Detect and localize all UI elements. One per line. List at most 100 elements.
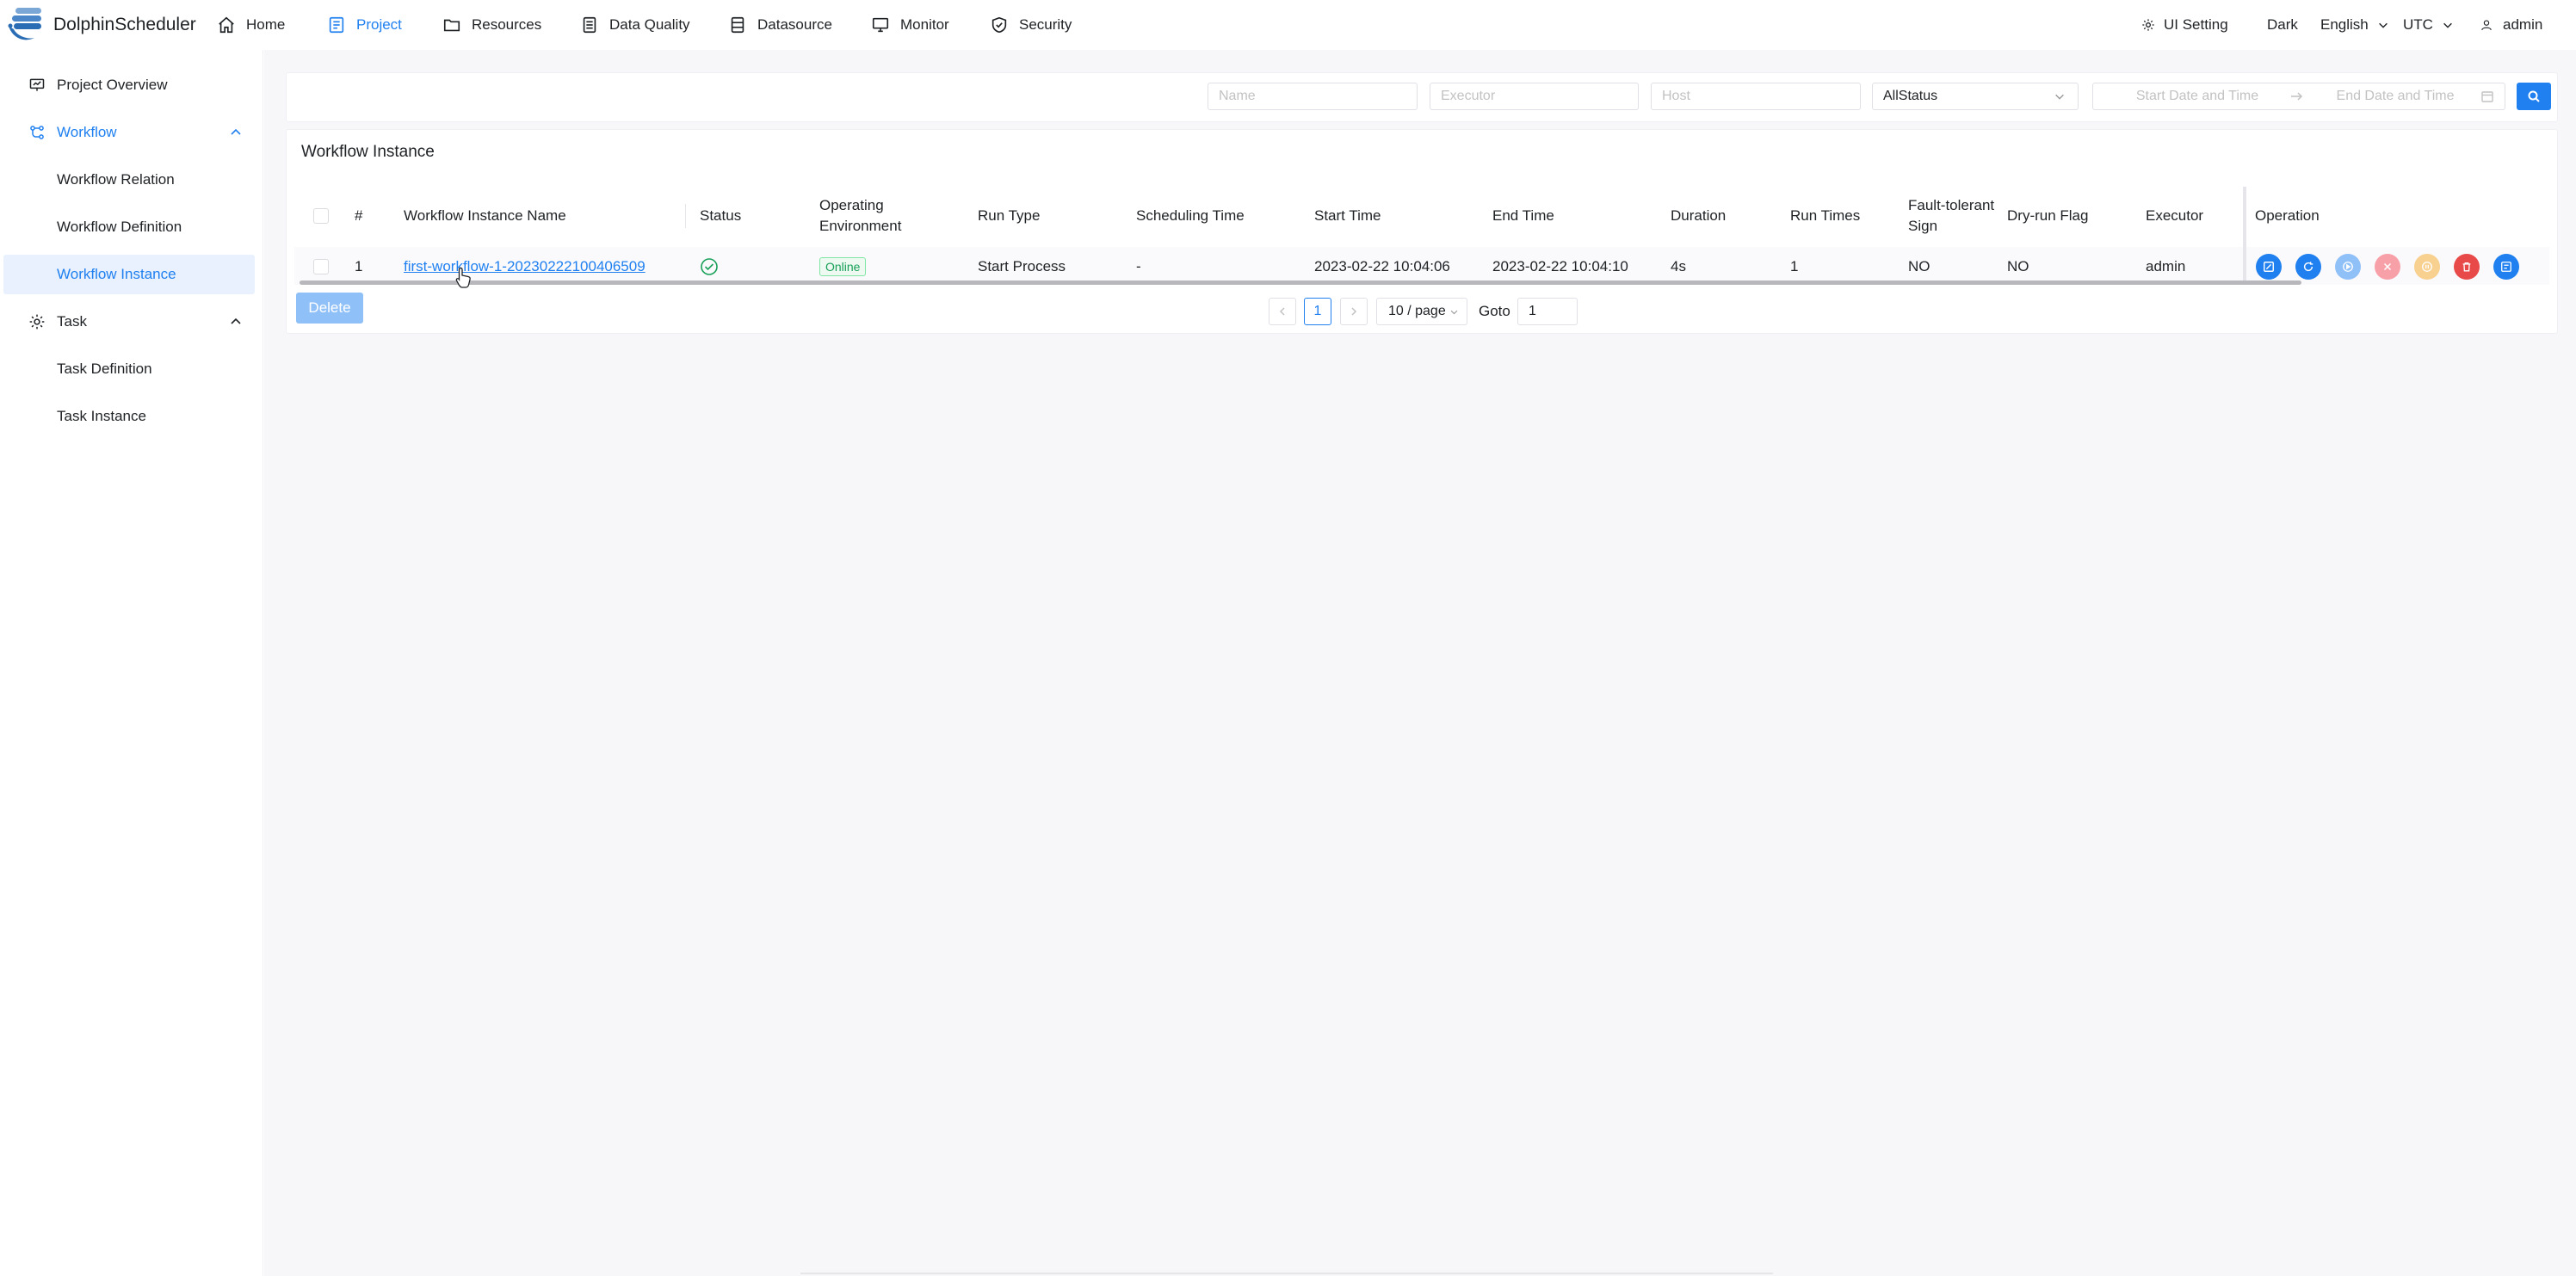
- gantt-chart-icon: [2501, 262, 2511, 272]
- delete-button[interactable]: Delete: [296, 293, 363, 324]
- table-horizontal-scrollbar[interactable]: [300, 280, 2301, 285]
- row-checkbox[interactable]: [313, 259, 329, 274]
- cell-end-time: 2023-02-22 10:04:10: [1492, 258, 1628, 274]
- col-header-name[interactable]: Workflow Instance Name: [404, 187, 566, 245]
- host-input[interactable]: Host: [1651, 83, 1861, 110]
- status-select[interactable]: AllStatus: [1872, 83, 2079, 110]
- sidebar-item-workflow-definition[interactable]: Workflow Definition: [0, 207, 263, 247]
- name-input[interactable]: Name: [1208, 83, 1418, 110]
- data-quality-icon: [583, 16, 596, 34]
- select-all-checkbox[interactable]: [313, 208, 329, 224]
- stop-button[interactable]: [2375, 254, 2400, 280]
- sidebar-item-task[interactable]: Task: [0, 302, 263, 342]
- play-circle-icon: [2343, 262, 2353, 272]
- workflow-instance-link[interactable]: first-workflow-1-20230222100406509: [404, 256, 646, 277]
- gear-icon: [2142, 19, 2154, 31]
- next-page-button[interactable]: [1340, 298, 1368, 325]
- chevron-up-icon: [231, 317, 241, 324]
- nav-resources[interactable]: Resources: [442, 0, 541, 50]
- sidebar-item-project-overview[interactable]: Project Overview: [0, 65, 263, 105]
- prev-page-button[interactable]: [1269, 298, 1296, 325]
- goto-page-input[interactable]: 1: [1517, 298, 1578, 325]
- ui-setting-button[interactable]: UI Setting: [2141, 0, 2228, 50]
- col-header-scheduling-time: Scheduling Time: [1136, 207, 1245, 224]
- sidebar-item-workflow-instance[interactable]: Workflow Instance: [3, 255, 255, 294]
- user-icon: [2481, 20, 2492, 31]
- nav-datasource[interactable]: Datasource: [728, 0, 832, 50]
- edit-button[interactable]: [2256, 254, 2282, 280]
- cell-fault-tolerant: NO: [1908, 258, 1930, 274]
- status-success-icon: [700, 256, 719, 277]
- search-icon: [2528, 90, 2540, 102]
- search-button[interactable]: [2517, 83, 2551, 110]
- pause-button[interactable]: [2414, 254, 2440, 280]
- col-header-end-time: End Time: [1492, 207, 1554, 224]
- col-header-operation: Operation: [2255, 207, 2320, 224]
- top-header: DolphinScheduler Home Project Resources …: [0, 0, 2576, 50]
- col-header-fault-tolerant: Fault-tolerant Sign: [1908, 197, 1995, 234]
- sidebar-item-workflow-relation[interactable]: Workflow Relation: [0, 160, 263, 200]
- fixed-column-divider: [2243, 187, 2246, 285]
- cell-duration: 4s: [1671, 258, 1686, 274]
- gear-icon: [29, 314, 45, 330]
- col-header-status: Status: [700, 207, 742, 224]
- database-icon: [731, 16, 744, 34]
- project-icon: [329, 16, 344, 34]
- col-header-index: #: [355, 207, 363, 224]
- chevron-up-icon: [231, 128, 241, 135]
- shield-icon: [991, 16, 1007, 34]
- monitor-icon: [872, 17, 889, 33]
- chevron-down-icon: [1450, 310, 1458, 314]
- column-resize-handle[interactable]: [685, 204, 686, 228]
- brand-name[interactable]: DolphinScheduler: [53, 15, 196, 35]
- cell-executor: admin: [2146, 258, 2186, 274]
- chevron-right-icon: [1351, 307, 1357, 316]
- nav-home[interactable]: Home: [217, 0, 285, 50]
- col-header-duration: Duration: [1671, 207, 1727, 224]
- cell-dry-run: NO: [2007, 258, 2029, 274]
- cell-start-time: 2023-02-22 10:04:06: [1314, 258, 1450, 274]
- recover-button[interactable]: [2335, 254, 2361, 280]
- col-header-env: Operating Environment: [819, 197, 902, 234]
- refresh-icon: [2303, 262, 2313, 272]
- chevron-down-icon: [2443, 22, 2452, 28]
- executor-input[interactable]: Executor: [1430, 83, 1639, 110]
- date-range-picker[interactable]: Start Date and Time End Date and Time: [2092, 83, 2505, 110]
- nav-project[interactable]: Project: [327, 0, 402, 50]
- sidebar-item-workflow[interactable]: Workflow: [0, 113, 263, 152]
- cell-scheduling-time: -: [1136, 258, 1141, 274]
- env-badge: Online: [819, 256, 867, 277]
- workflow-icon: [30, 126, 44, 139]
- gantt-button[interactable]: [2493, 254, 2519, 280]
- nav-security[interactable]: Security: [990, 0, 1072, 50]
- pause-circle-icon: [2422, 262, 2432, 272]
- calendar-icon: [2481, 91, 2493, 102]
- page-bottom-scrollbar[interactable]: [800, 1273, 1773, 1274]
- arrow-right-icon: [2291, 92, 2303, 101]
- col-header-dry-run: Dry-run Flag: [2007, 207, 2089, 224]
- sidebar-item-task-definition[interactable]: Task Definition: [0, 349, 263, 389]
- timezone-select[interactable]: UTC: [2403, 0, 2454, 50]
- chevron-down-icon: [2055, 94, 2064, 100]
- language-select[interactable]: English: [2320, 0, 2389, 50]
- col-header-run-type: Run Type: [978, 207, 1041, 224]
- nav-monitor[interactable]: Monitor: [871, 0, 949, 50]
- edit-icon: [2264, 262, 2274, 272]
- page-size-select[interactable]: 10 / page: [1376, 298, 1467, 325]
- end-date-input[interactable]: End Date and Time: [2322, 89, 2468, 104]
- user-menu[interactable]: admin: [2480, 0, 2542, 50]
- page-1-button[interactable]: 1: [1304, 298, 1331, 325]
- nav-data-quality[interactable]: Data Quality: [580, 0, 690, 50]
- dolphinscheduler-logo-icon[interactable]: [5, 5, 50, 45]
- goto-label: Goto: [1479, 303, 1510, 319]
- col-header-start-time: Start Time: [1314, 207, 1381, 224]
- card-title: Workflow Instance: [301, 143, 435, 161]
- sidebar-item-task-instance[interactable]: Task Instance: [0, 397, 263, 436]
- theme-toggle[interactable]: Dark: [2267, 0, 2298, 50]
- delete-row-button[interactable]: [2454, 254, 2480, 280]
- rerun-button[interactable]: [2295, 254, 2321, 280]
- start-date-input[interactable]: Start Date and Time: [2124, 89, 2270, 104]
- cell-run-times: 1: [1790, 258, 1799, 274]
- hand-cursor-icon: [455, 267, 471, 288]
- trash-icon: [2462, 262, 2471, 272]
